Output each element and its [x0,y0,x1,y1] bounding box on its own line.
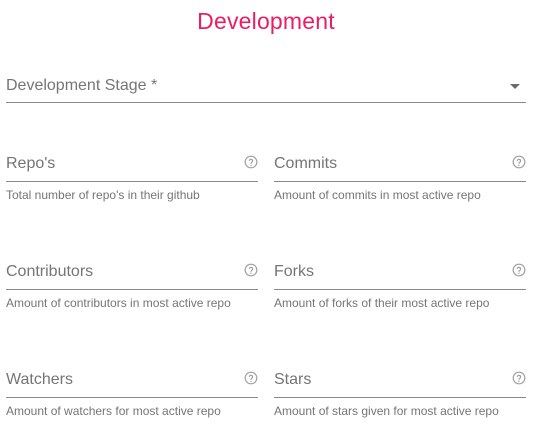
forks-label: Forks [274,263,314,280]
forks-helper-text: Amount of forks of their most active rep… [274,296,490,310]
repos-field: Repo's Total number of repo's in their g… [6,149,258,209]
development-stage-select[interactable]: Development Stage * [6,70,526,103]
watchers-input[interactable]: Watchers [6,365,258,398]
stars-helper-text: Amount of stars given for most active re… [274,404,499,418]
development-form: Development Development Stage * Repo's T… [0,0,538,438]
repos-label: Repo's [6,155,56,172]
watchers-label: Watchers [6,371,73,388]
repos-helper-text: Total number of repo's in their github [6,188,200,202]
stars-input[interactable]: Stars [274,365,526,398]
contributors-field: Contributors Amount of contributors in m… [6,257,258,317]
help-circle-icon[interactable] [244,263,258,277]
commits-label: Commits [274,155,338,172]
forks-input[interactable]: Forks [274,257,526,290]
help-circle-icon[interactable] [512,155,526,169]
help-circle-icon[interactable] [512,371,526,385]
help-circle-icon[interactable] [244,371,258,385]
commits-helper-text: Amount of commits in most active repo [274,188,481,202]
forks-field: Forks Amount of forks of their most acti… [274,257,526,317]
stars-label: Stars [274,371,312,388]
watchers-helper-text: Amount of watchers for most active repo [6,404,221,418]
contributors-helper-text: Amount of contributors in most active re… [6,296,231,310]
page-title: Development [197,8,335,34]
stars-field: Stars Amount of stars given for most act… [274,365,526,425]
contributors-input[interactable]: Contributors [6,257,258,290]
commits-input[interactable]: Commits [274,149,526,182]
dropdown-arrow-icon[interactable] [510,84,520,89]
help-circle-icon[interactable] [512,263,526,277]
commits-field: Commits Amount of commits in most active… [274,149,526,209]
repos-input[interactable]: Repo's [6,149,258,182]
help-circle-icon[interactable] [244,155,258,169]
watchers-field: Watchers Amount of watchers for most act… [6,365,258,425]
contributors-label: Contributors [6,263,94,280]
development-stage-label: Development Stage * [6,77,158,94]
